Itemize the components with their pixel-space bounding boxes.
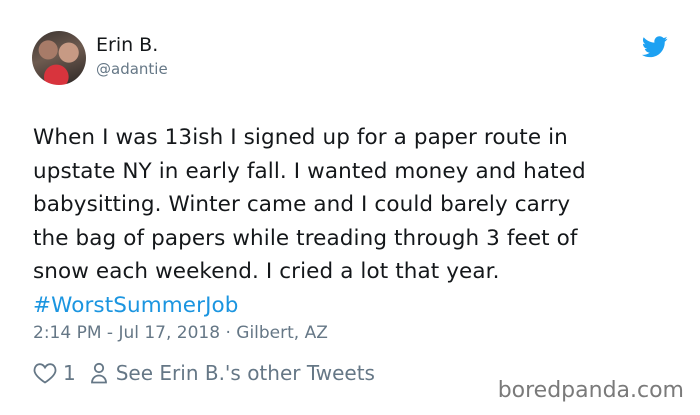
tweet-body: When I was 13ish I signed up for a paper… bbox=[33, 121, 673, 322]
twitter-bird-icon[interactable] bbox=[642, 36, 668, 58]
watermark: boredpanda.com bbox=[497, 378, 684, 403]
other-tweets-link[interactable]: See Erin B.'s other Tweets bbox=[116, 361, 375, 385]
user-name[interactable]: Erin B. bbox=[96, 34, 158, 56]
avatar[interactable] bbox=[32, 31, 86, 85]
tweet-actions: 1 See Erin B.'s other Tweets bbox=[33, 360, 375, 386]
tweet-timestamp-location[interactable]: 2:14 PM - Jul 17, 2018 · Gilbert, AZ bbox=[33, 323, 328, 343]
tweet-line: upstate NY in early fall. I wanted money… bbox=[33, 158, 586, 184]
tweet-card: Erin B. @adantie When I was 13ish I sign… bbox=[0, 0, 700, 415]
tweet-line: snow each weekend. I cried a lot that ye… bbox=[33, 259, 500, 284]
person-icon bbox=[90, 362, 107, 384]
tweet-line: When I was 13ish I signed up for a paper… bbox=[33, 125, 568, 150]
tweet-line: babysitting. Winter came and I could bar… bbox=[33, 192, 571, 217]
hashtag-link[interactable]: #WorstSummerJob bbox=[33, 289, 673, 323]
user-handle[interactable]: @adantie bbox=[96, 60, 168, 78]
heart-icon[interactable] bbox=[33, 362, 57, 384]
like-count: 1 bbox=[63, 361, 76, 385]
tweet-line: the bag of papers while treading through… bbox=[33, 225, 578, 251]
